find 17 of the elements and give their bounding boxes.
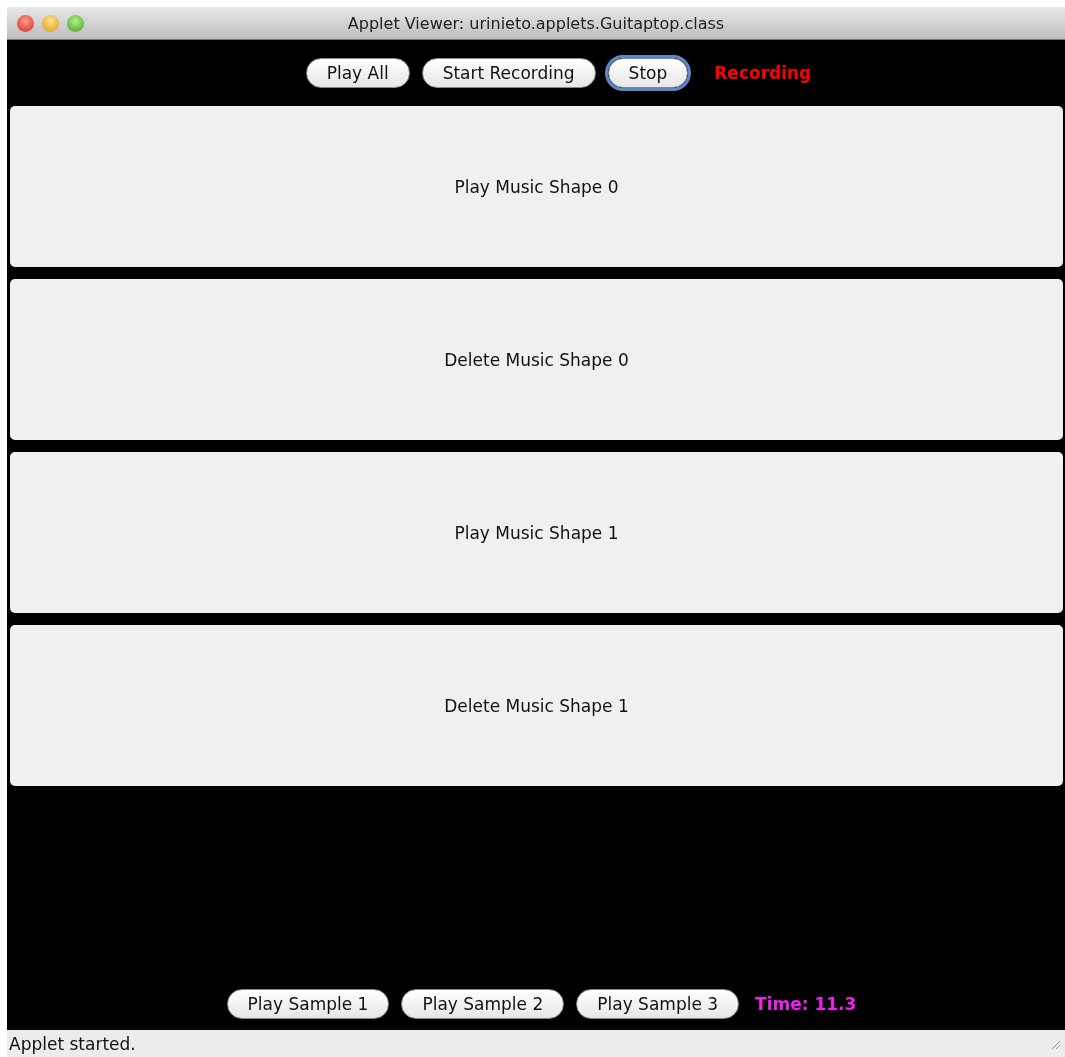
sample-button[interactable]: Play Sample 3	[576, 989, 740, 1019]
window-title: Applet Viewer: urinieto.applets.Guitaptop.class	[347, 13, 725, 33]
minimize-icon[interactable]	[42, 15, 59, 32]
sample-button[interactable]: Play Sample 1	[226, 989, 390, 1019]
status-text: Applet started.	[9, 1033, 136, 1054]
close-icon[interactable]	[17, 15, 34, 32]
pill-button[interactable]: Start Recording	[421, 58, 596, 88]
sample-button[interactable]: Play Sample 2	[401, 989, 565, 1019]
shape-button[interactable]: Play Music Shape 0	[10, 106, 1063, 267]
pill-button[interactable]: Play All	[305, 58, 410, 88]
pill-button[interactable]: Stop	[607, 58, 689, 88]
time-readout: Time: 11.3	[755, 994, 857, 1014]
shape-button[interactable]: Play Music Shape 1	[10, 452, 1063, 613]
shape-button[interactable]: Delete Music Shape 1	[10, 625, 1063, 786]
shape-button[interactable]: Delete Music Shape 0	[10, 279, 1063, 440]
recording-status: Recording	[714, 63, 812, 83]
zoom-icon[interactable]	[67, 15, 84, 32]
